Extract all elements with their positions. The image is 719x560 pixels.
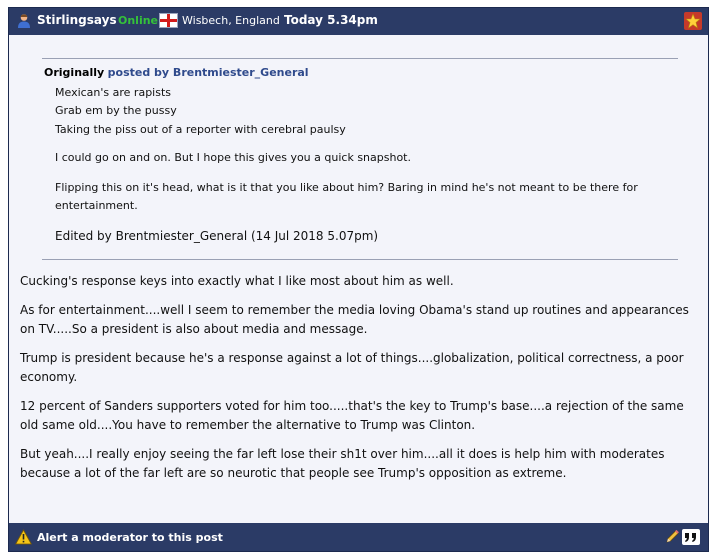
- alert-moderator-link[interactable]: Alert a moderator to this post: [37, 531, 223, 544]
- post-footer: Alert a moderator to this post: [9, 523, 708, 551]
- username-link[interactable]: Stirlingsays: [37, 13, 117, 27]
- quote-header: Originally posted by Brentmiester_Genera…: [44, 66, 309, 79]
- flag-cross-horizontal: [160, 19, 177, 22]
- edited-note: Edited by Brentmiester_General (14 Jul 2…: [55, 229, 379, 243]
- post-paragraph: Cucking's response keys into exactly wha…: [20, 274, 454, 288]
- quote-paragraph: Flipping this on it's head, what is it t…: [55, 181, 638, 212]
- quote-icon[interactable]: [682, 529, 700, 545]
- quote-line: Grab em by the pussy: [55, 104, 177, 117]
- post-paragraph: Trump is president because he's a respon…: [20, 351, 684, 384]
- england-flag-icon: [159, 13, 178, 28]
- post-header: Stirlingsays Online Wisbech, England Tod…: [9, 8, 708, 35]
- quote-divider-top: [42, 58, 678, 59]
- user-location: Wisbech, England: [182, 14, 280, 27]
- post-paragraph: But yeah....I really enjoy seeing the fa…: [20, 447, 665, 480]
- pencil-icon[interactable]: [664, 529, 680, 545]
- forum-post: Stirlingsays Online Wisbech, England Tod…: [8, 7, 709, 552]
- warning-icon[interactable]: [15, 529, 32, 545]
- quote-line: Mexican's are rapists: [55, 86, 172, 99]
- quote-originally-label: Originally: [44, 66, 105, 79]
- post-timestamp: Today 5.34pm: [284, 13, 378, 27]
- quote-line: Taking the piss out of a reporter with c…: [55, 123, 346, 136]
- quote-divider-bottom: [42, 259, 678, 260]
- quote-author-link[interactable]: posted by Brentmiester_General: [108, 66, 309, 79]
- online-status: Online: [118, 14, 159, 27]
- quote-paragraph: I could go on and on. But I hope this gi…: [55, 151, 411, 164]
- post-paragraph: As for entertainment....well I seem to r…: [20, 303, 689, 336]
- star-icon[interactable]: [684, 12, 702, 30]
- post-paragraph: 12 percent of Sanders supporters voted f…: [20, 399, 684, 432]
- user-icon: [18, 14, 30, 28]
